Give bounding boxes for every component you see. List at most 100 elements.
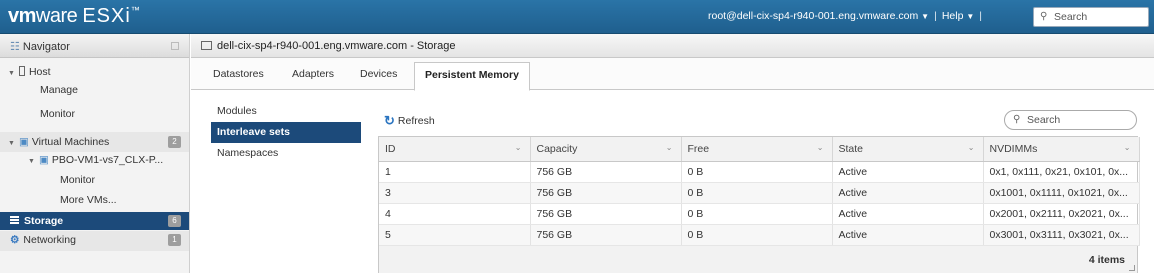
cell-state: Active (832, 161, 984, 183)
cell-free: 0 B (681, 182, 833, 204)
nav-vm-pbo[interactable]: ▼ ▣ PBO-VM1-vs7_CLX-P... (28, 154, 163, 166)
tab-devices[interactable]: Devices (360, 68, 397, 80)
tab-bar: Datastores Adapters Devices Persistent M… (191, 58, 1154, 91)
cell-free: 0 B (681, 161, 833, 183)
logo-product: ESXi (82, 5, 131, 27)
breadcrumb-text: dell-cix-sp4-r940-001.eng.vmware.com - S… (217, 40, 456, 52)
table-search-input[interactable]: ⚲ Search (1004, 110, 1137, 130)
column-header-free[interactable]: Free ⌄ (681, 137, 833, 162)
nav-storage-label: Storage (24, 215, 64, 227)
cell-capacity: 756 GB (530, 182, 682, 204)
persistent-memory-subnav: Modules Interleave sets Namespaces (211, 101, 361, 164)
resize-grip-icon[interactable] (1129, 264, 1135, 271)
chevron-down-icon: ⌄ (1123, 143, 1131, 152)
nav-networking[interactable]: ⚙ Networking (10, 234, 76, 246)
chevron-down-icon: ⌄ (967, 143, 975, 152)
logo-vm: vm (8, 5, 36, 27)
table-search-placeholder: Search (1027, 114, 1061, 126)
main-panel: dell-cix-sp4-r940-001.eng.vmware.com - S… (191, 34, 1154, 273)
breadcrumb: dell-cix-sp4-r940-001.eng.vmware.com - S… (191, 34, 1154, 58)
cell-nvdimms: 0x2001, 0x2111, 0x2021, 0x... (983, 203, 1140, 225)
cell-capacity: 756 GB (530, 203, 682, 225)
subnav-modules[interactable]: Modules (211, 101, 361, 122)
chevron-down-icon: ▼ (966, 12, 975, 21)
chevron-down-icon: ▼ (921, 12, 930, 21)
cell-state: Active (832, 203, 984, 225)
column-header-capacity[interactable]: Capacity ⌄ (530, 137, 682, 162)
user-menu[interactable]: root@dell-cix-sp4-r940-001.eng.vmware.co… (708, 10, 929, 22)
cell-id: 4 (379, 203, 531, 225)
chevron-down-icon: ⌄ (816, 143, 824, 152)
subnav-interleave-sets[interactable]: Interleave sets (211, 122, 361, 143)
refresh-label: Refresh (397, 115, 435, 127)
nav-manage[interactable]: Manage (40, 84, 78, 96)
nav-monitor[interactable]: Monitor (40, 108, 75, 120)
nav-virtual-machines-label: Virtual Machines (31, 136, 110, 148)
column-header-label: State (838, 142, 864, 155)
column-header-state[interactable]: State ⌄ (832, 137, 984, 162)
host-icon (18, 66, 25, 76)
nav-virtual-machines[interactable]: ▼ ▣ Virtual Machines (8, 136, 109, 148)
item-count: 4 items (1088, 253, 1125, 266)
nav-storage[interactable]: Storage (0, 212, 189, 230)
tab-adapters[interactable]: Adapters (292, 68, 334, 80)
logo-ware: ware (35, 5, 78, 27)
cell-free: 0 B (681, 224, 833, 246)
help-label: Help (941, 10, 964, 22)
nav-more-vms[interactable]: More VMs... (60, 194, 117, 206)
storage-count-badge: 6 (168, 215, 181, 227)
tab-persistent-memory[interactable]: Persistent Memory (414, 62, 530, 91)
cell-capacity: 756 GB (530, 224, 682, 246)
cell-capacity: 756 GB (530, 161, 682, 183)
expand-triangle-icon: ▼ (28, 158, 35, 165)
refresh-button[interactable]: ↻ Refresh (384, 113, 435, 129)
global-search-placeholder: Search (1054, 11, 1088, 23)
nav-vm-monitor[interactable]: Monitor (60, 174, 95, 186)
separator: | (934, 10, 937, 22)
cell-state: Active (832, 182, 984, 204)
column-header-label: ID (385, 142, 396, 155)
cell-id: 5 (379, 224, 531, 246)
column-header-nvdimms[interactable]: NVDIMMs ⌄ (983, 137, 1140, 162)
host-window-icon (201, 41, 212, 50)
cell-id: 3 (379, 182, 531, 204)
nav-host[interactable]: ▼ Host (8, 66, 51, 78)
cell-nvdimms: 0x3001, 0x3111, 0x3021, 0x... (983, 224, 1140, 246)
nav-vm-pbo-label: PBO-VM1-vs7_CLX-P... (51, 154, 164, 166)
help-menu[interactable]: Help ▼ (942, 10, 974, 22)
cell-nvdimms: 0x1, 0x111, 0x21, 0x101, 0x... (983, 161, 1140, 183)
navigator-title: Navigator (22, 41, 70, 53)
chevron-down-icon: ⌄ (514, 143, 522, 152)
chevron-down-icon: ⌄ (665, 143, 673, 152)
separator: | (979, 10, 983, 22)
collapse-icon[interactable] (171, 42, 179, 50)
navigator-panel: ☷ Navigator ▼ Host Manage Monitor ▼ ▣ Virtua… (0, 34, 190, 273)
expand-triangle-icon: ▼ (8, 140, 15, 147)
table-row[interactable]: 1 756 GB 0 B Active 0x1, 0x111, 0x21, 0x… (379, 161, 1140, 183)
nav-host-label: Host (28, 66, 51, 78)
table-row[interactable]: 5 756 GB 0 B Active 0x3001, 0x3111, 0x30… (379, 224, 1140, 246)
network-count-badge: 1 (168, 234, 181, 246)
storage-icon (10, 216, 19, 225)
tab-datastores[interactable]: Datastores (213, 68, 264, 80)
cell-free: 0 B (681, 203, 833, 225)
column-header-label: Free (687, 142, 710, 155)
column-header-label: Capacity (536, 142, 578, 155)
refresh-icon: ↻ (384, 113, 395, 128)
interleave-sets-table: ID ⌄ Capacity ⌄ Free ⌄ State ⌄ NVDIMMs ⌄ 1 75… (378, 136, 1140, 273)
nav-storage-row: Storage (10, 215, 63, 227)
cell-nvdimms: 0x1001, 0x1111, 0x1021, 0x... (983, 182, 1140, 204)
subnav-namespaces[interactable]: Namespaces (211, 143, 361, 164)
column-header-label: NVDIMMs (989, 142, 1038, 155)
global-search-input[interactable]: ⚲ Search (1033, 7, 1149, 27)
vm-icon: ▣ (38, 154, 49, 166)
nav-networking-label: Networking (23, 234, 76, 246)
table-footer: 4 items (379, 245, 1137, 273)
table-row[interactable]: 4 756 GB 0 B Active 0x2001, 0x2111, 0x20… (379, 203, 1140, 225)
column-header-id[interactable]: ID ⌄ (379, 137, 531, 162)
table-header-row: ID ⌄ Capacity ⌄ Free ⌄ State ⌄ NVDIMMs ⌄ (379, 137, 1140, 162)
table-row[interactable]: 3 756 GB 0 B Active 0x1001, 0x1111, 0x10… (379, 182, 1140, 204)
vmware-esxi-logo: vmware ESXi™ (8, 5, 140, 28)
cell-id: 1 (379, 161, 531, 183)
navigator-header: ☷ Navigator (0, 34, 189, 58)
